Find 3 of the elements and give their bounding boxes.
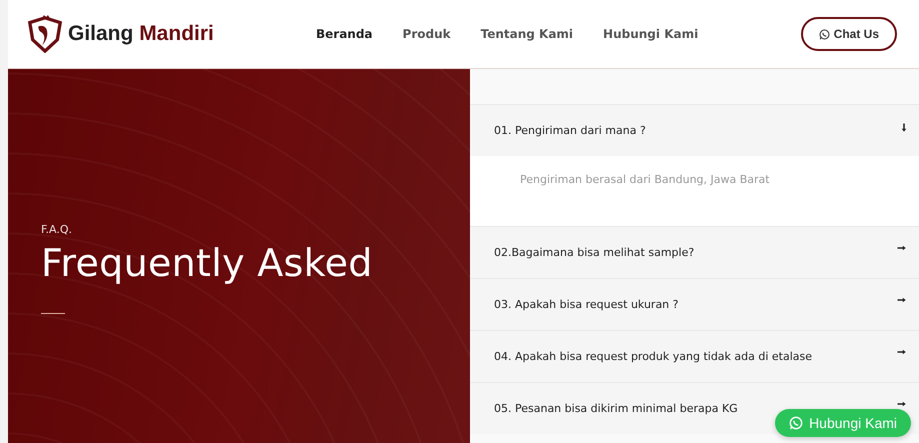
faq-eyebrow: F.A.Q.	[41, 223, 72, 236]
hero-title: Frequently Asked	[41, 241, 373, 285]
faq-answer: Pengiriman berasal dari Bandung, Jawa Barat	[520, 173, 770, 186]
